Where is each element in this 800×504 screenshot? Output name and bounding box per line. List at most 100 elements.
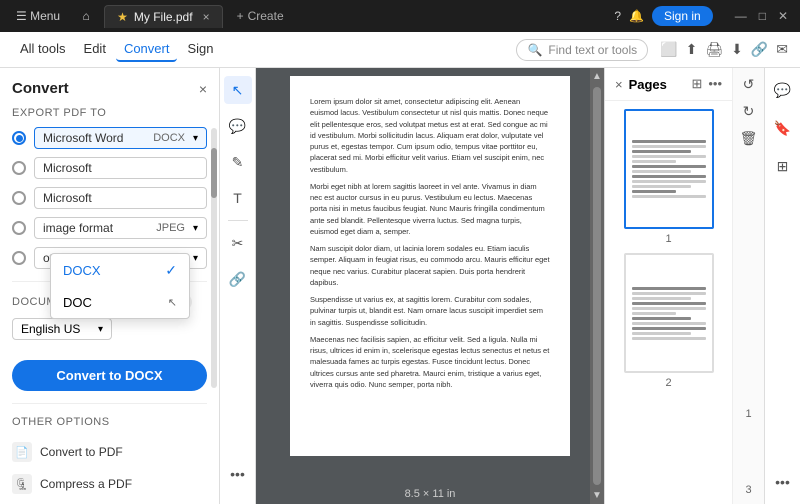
word-ext: DOCX xyxy=(153,132,185,144)
new-tab-button[interactable]: + Create xyxy=(229,5,292,27)
scroll-thumb[interactable] xyxy=(593,87,601,485)
link-tool[interactable]: 🔗 xyxy=(224,265,252,293)
help-icon[interactable]: ? xyxy=(614,9,621,23)
download-icon[interactable]: ⬇ xyxy=(731,41,743,58)
excel-dropdown[interactable]: Microsoft xyxy=(34,157,207,179)
select-tool[interactable]: ↖ xyxy=(224,76,252,104)
radio-word[interactable] xyxy=(12,131,26,145)
bookmark-icon[interactable]: 🔖 xyxy=(769,114,797,142)
comment-tool[interactable]: 💬 xyxy=(224,112,252,140)
pdf-paragraph-4: Suspendisse ut varius ex, at sagittis lo… xyxy=(310,294,550,328)
language-select[interactable]: English US ▾ xyxy=(12,318,112,340)
line xyxy=(632,292,706,295)
scrollbar-track[interactable] xyxy=(211,128,217,388)
scrollbar-thumb[interactable] xyxy=(211,148,217,198)
notification-icon[interactable]: 🔔 xyxy=(629,9,644,23)
pages-header: × Pages ⊞ ••• xyxy=(605,68,732,101)
convert-close-button[interactable]: × xyxy=(199,81,207,97)
vertical-scrollbar[interactable]: ▲ ▼ xyxy=(590,68,604,504)
share-icon[interactable]: ⬜ xyxy=(660,41,677,58)
plus-icon: + xyxy=(237,9,244,23)
page-thumb-2[interactable]: 2 xyxy=(613,253,724,389)
line xyxy=(632,165,706,168)
minimize-button[interactable]: — xyxy=(735,9,747,23)
close-button[interactable]: ✕ xyxy=(778,9,788,23)
menu-edit[interactable]: Edit xyxy=(76,37,114,62)
far-right-panel: 💬 🔖 ⊞ ••• xyxy=(764,68,800,504)
window-controls: — □ ✕ xyxy=(731,9,792,23)
scan-ocr-option[interactable]: ⬜ Scan & OCR xyxy=(12,500,207,504)
pdf-content-area: ▲ ▼ Lorem ipsum dolor sit amet, consecte… xyxy=(256,68,604,504)
pages-add-icon[interactable]: ⊞ xyxy=(691,76,702,92)
pages-more-icon[interactable]: ••• xyxy=(708,76,722,92)
maximize-button[interactable]: □ xyxy=(759,9,766,23)
delete-page-icon[interactable]: 🗑 xyxy=(740,130,758,147)
search-box[interactable]: 🔍 Find text or tools xyxy=(516,39,648,61)
print-icon[interactable]: 🖨 xyxy=(705,41,723,58)
page-2-lines xyxy=(626,281,712,346)
dropdown-doc[interactable]: DOC ↖ xyxy=(51,287,189,318)
pages-close-button[interactable]: × xyxy=(615,77,623,92)
radio-ppt[interactable] xyxy=(12,191,26,205)
format-dropdown-popup: DOCX ✓ DOC ↖ xyxy=(50,253,190,319)
link-icon[interactable]: 🔗 xyxy=(751,41,768,58)
page-1-label: 1 xyxy=(665,233,671,245)
crop-tool[interactable]: ✂ xyxy=(224,229,252,257)
word-dropdown[interactable]: Microsoft Word DOCX ▾ xyxy=(34,127,207,149)
radio-other[interactable] xyxy=(12,251,26,265)
image-label: image format xyxy=(43,221,152,235)
more-options-icon[interactable]: ••• xyxy=(769,468,797,496)
format-option-image[interactable]: image format JPEG ▾ xyxy=(12,217,207,239)
file-tab[interactable]: ★ My File.pdf × xyxy=(104,5,222,28)
rotate-right-icon[interactable]: ↺ xyxy=(743,76,755,93)
pages-icon[interactable]: ⊞ xyxy=(769,152,797,180)
line xyxy=(632,302,706,305)
convert-title: Convert xyxy=(12,80,69,97)
convert-to-pdf-option[interactable]: 📄 Convert to PDF xyxy=(12,436,207,468)
pages-list-container: × Pages ⊞ ••• xyxy=(605,68,732,504)
sign-in-button[interactable]: Sign in xyxy=(652,6,713,26)
home-icon[interactable]: ⌂ xyxy=(74,4,98,28)
comment-panel-icon[interactable]: 💬 xyxy=(769,76,797,104)
titlebar-actions: ? 🔔 Sign in xyxy=(614,6,712,26)
format-option-excel[interactable]: Microsoft xyxy=(12,157,207,179)
menu-convert[interactable]: Convert xyxy=(116,37,178,62)
rotate-left-icon[interactable]: ↻ xyxy=(743,103,755,120)
menu-sign[interactable]: Sign xyxy=(179,37,221,62)
image-dropdown[interactable]: image format JPEG ▾ xyxy=(34,217,207,239)
other-chevron-icon: ▾ xyxy=(193,253,198,264)
line xyxy=(632,317,691,320)
divider2 xyxy=(12,403,207,404)
convert-button[interactable]: Convert to DOCX xyxy=(12,360,207,391)
doc-label: DOC xyxy=(63,295,92,310)
format-option-ppt[interactable]: Microsoft xyxy=(12,187,207,209)
scroll-down-arrow[interactable]: ▼ xyxy=(592,487,602,504)
compress-pdf-option[interactable]: 🗜 Compress a PDF xyxy=(12,468,207,500)
scroll-up-arrow[interactable]: ▲ xyxy=(592,68,602,85)
search-placeholder: Find text or tools xyxy=(548,43,637,57)
page-thumb-1[interactable]: 1 xyxy=(613,109,724,245)
email-icon[interactable]: ✉ xyxy=(776,41,788,58)
pdf-paragraph-5: Maecenas nec facilisis sapien, ac effici… xyxy=(310,334,550,390)
format-option-word[interactable]: Microsoft Word DOCX ▾ xyxy=(12,127,207,149)
menu-all-tools[interactable]: All tools xyxy=(12,37,74,62)
upload-icon[interactable]: ⬆ xyxy=(686,41,698,58)
page-1-lines xyxy=(626,134,712,204)
pages-panel: × Pages ⊞ ••• xyxy=(604,68,764,504)
line xyxy=(632,150,691,153)
toolbar: All tools Edit Convert Sign 🔍 Find text … xyxy=(0,32,800,68)
more-tools[interactable]: ••• xyxy=(224,460,252,496)
line xyxy=(632,170,691,173)
radio-image[interactable] xyxy=(12,221,26,235)
line xyxy=(632,185,691,188)
dropdown-docx[interactable]: DOCX ✓ xyxy=(51,254,189,287)
draw-tool[interactable]: ✎ xyxy=(224,148,252,176)
text-tool[interactable]: T xyxy=(224,184,252,212)
radio-excel[interactable] xyxy=(12,161,26,175)
menu-button[interactable]: ☰ Menu xyxy=(8,5,68,27)
more-tools-icon[interactable]: ••• xyxy=(224,460,252,488)
tab-close-icon[interactable]: × xyxy=(203,10,210,24)
page-2-label: 2 xyxy=(665,377,671,389)
titlebar: ☰ Menu ⌂ ★ My File.pdf × + Create ? 🔔 Si… xyxy=(0,0,800,32)
ppt-dropdown[interactable]: Microsoft xyxy=(34,187,207,209)
